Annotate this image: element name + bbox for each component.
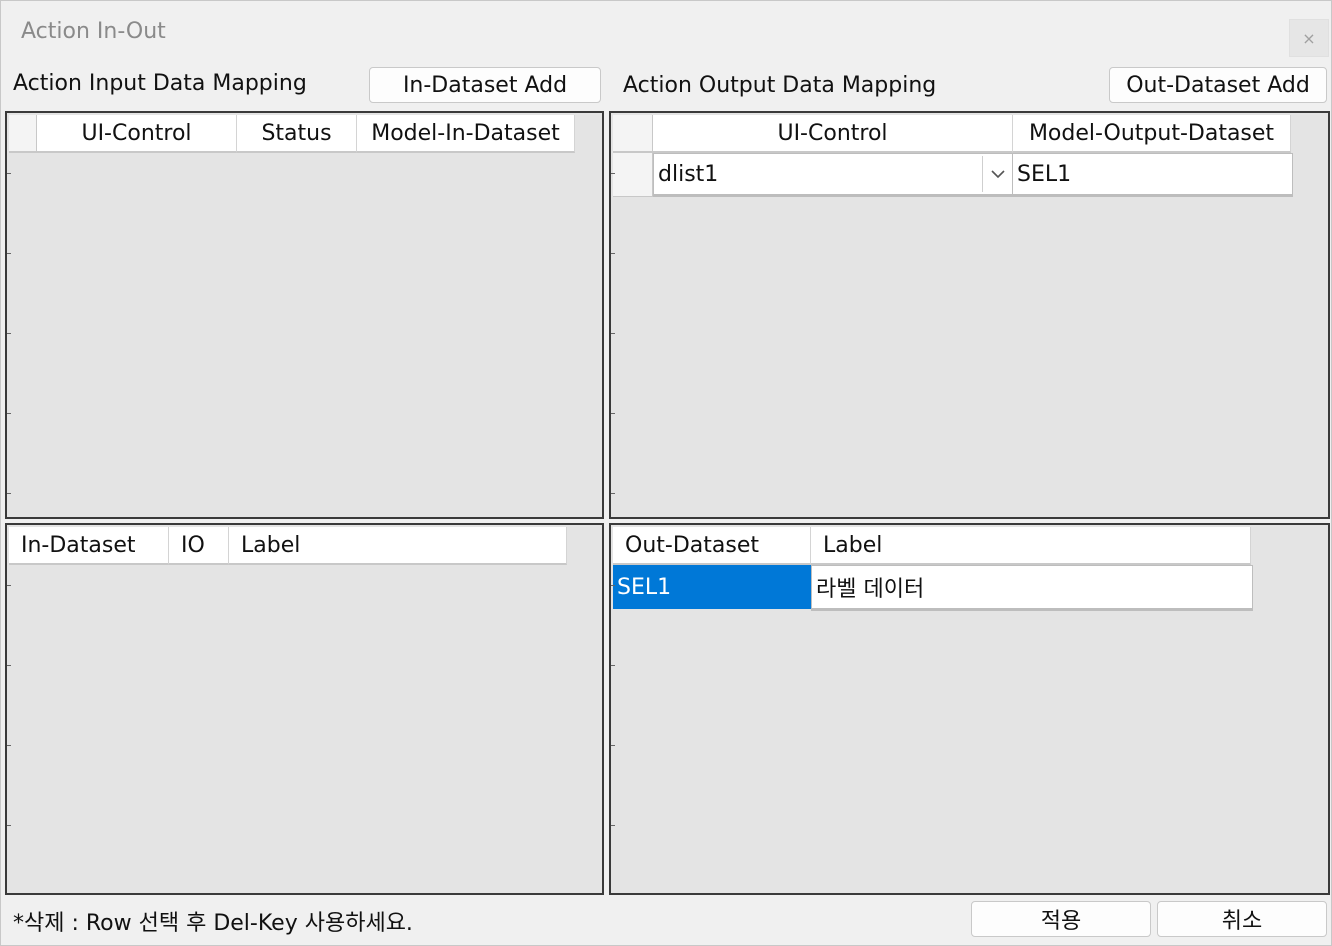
panel-edge-tick: [611, 413, 615, 414]
panel-edge-tick: [7, 493, 11, 494]
panel-edge-tick: [7, 665, 11, 666]
grid-corner-header: [9, 115, 37, 153]
dialog-window: Action In-Out × Action Input Data Mappin…: [0, 0, 1332, 946]
panel-edge-tick: [7, 745, 11, 746]
column-header-ui-control[interactable]: UI-Control: [37, 115, 237, 153]
apply-button[interactable]: 적용: [971, 901, 1151, 937]
column-header-status[interactable]: Status: [237, 115, 357, 153]
chevron-down-icon: [990, 170, 1005, 179]
close-button[interactable]: ×: [1289, 19, 1329, 57]
panel-edge-tick: [611, 173, 615, 174]
model-output-dataset-cell[interactable]: SEL1: [1013, 153, 1293, 197]
column-header-model-in-dataset[interactable]: Model-In-Dataset: [357, 115, 575, 153]
column-header-label[interactable]: Label: [811, 527, 1251, 565]
input-mapping-grid[interactable]: UI-Control Status Model-In-Dataset: [5, 111, 604, 519]
panel-edge-tick: [611, 665, 615, 666]
in-dataset-add-button[interactable]: In-Dataset Add: [369, 67, 601, 103]
output-mapping-grid[interactable]: UI-Control Model-Output-Dataset dlist1 S…: [609, 111, 1330, 519]
out-dataset-cell[interactable]: SEL1: [613, 565, 811, 609]
combobox-dropdown-button[interactable]: [982, 156, 1012, 192]
label-cell[interactable]: 라벨 데이터: [811, 565, 1253, 611]
out-dataset-grid[interactable]: Out-Dataset Label SEL1 라벨 데이터: [609, 523, 1330, 895]
in-dataset-grid[interactable]: In-Dataset IO Label: [5, 523, 604, 895]
panel-edge-tick: [7, 585, 11, 586]
grid-corner-header: [613, 115, 653, 153]
panel-edge-tick: [7, 173, 11, 174]
output-mapping-label: Action Output Data Mapping: [623, 73, 937, 98]
input-mapping-label: Action Input Data Mapping: [13, 71, 307, 96]
ui-control-combobox[interactable]: dlist1: [653, 153, 1013, 197]
panel-edge-tick: [611, 333, 615, 334]
panel-edge-tick: [7, 413, 11, 414]
panel-edge-tick: [7, 825, 11, 826]
out-dataset-add-button[interactable]: Out-Dataset Add: [1109, 67, 1327, 103]
column-header-io[interactable]: IO: [169, 527, 229, 565]
column-header-label[interactable]: Label: [229, 527, 567, 565]
close-icon: ×: [1302, 28, 1316, 48]
panel-edge-tick: [611, 585, 615, 586]
panel-edge-tick: [611, 493, 615, 494]
column-header-ui-control[interactable]: UI-Control: [653, 115, 1013, 153]
delete-hint: *삭제 : Row 선택 후 Del-Key 사용하세요.: [13, 911, 413, 936]
panel-edge-tick: [611, 745, 615, 746]
panel-edge-tick: [611, 825, 615, 826]
combobox-value: dlist1: [658, 161, 719, 187]
column-header-model-output-dataset[interactable]: Model-Output-Dataset: [1013, 115, 1291, 153]
row-header[interactable]: [613, 153, 653, 197]
panel-edge-tick: [7, 253, 11, 254]
cancel-button[interactable]: 취소: [1157, 901, 1327, 937]
column-header-in-dataset[interactable]: In-Dataset: [9, 527, 169, 565]
column-header-out-dataset[interactable]: Out-Dataset: [613, 527, 811, 565]
panel-edge-tick: [7, 333, 11, 334]
title-bar: Action In-Out ×: [1, 1, 1331, 63]
panel-edge-tick: [611, 253, 615, 254]
window-title: Action In-Out: [21, 19, 166, 44]
